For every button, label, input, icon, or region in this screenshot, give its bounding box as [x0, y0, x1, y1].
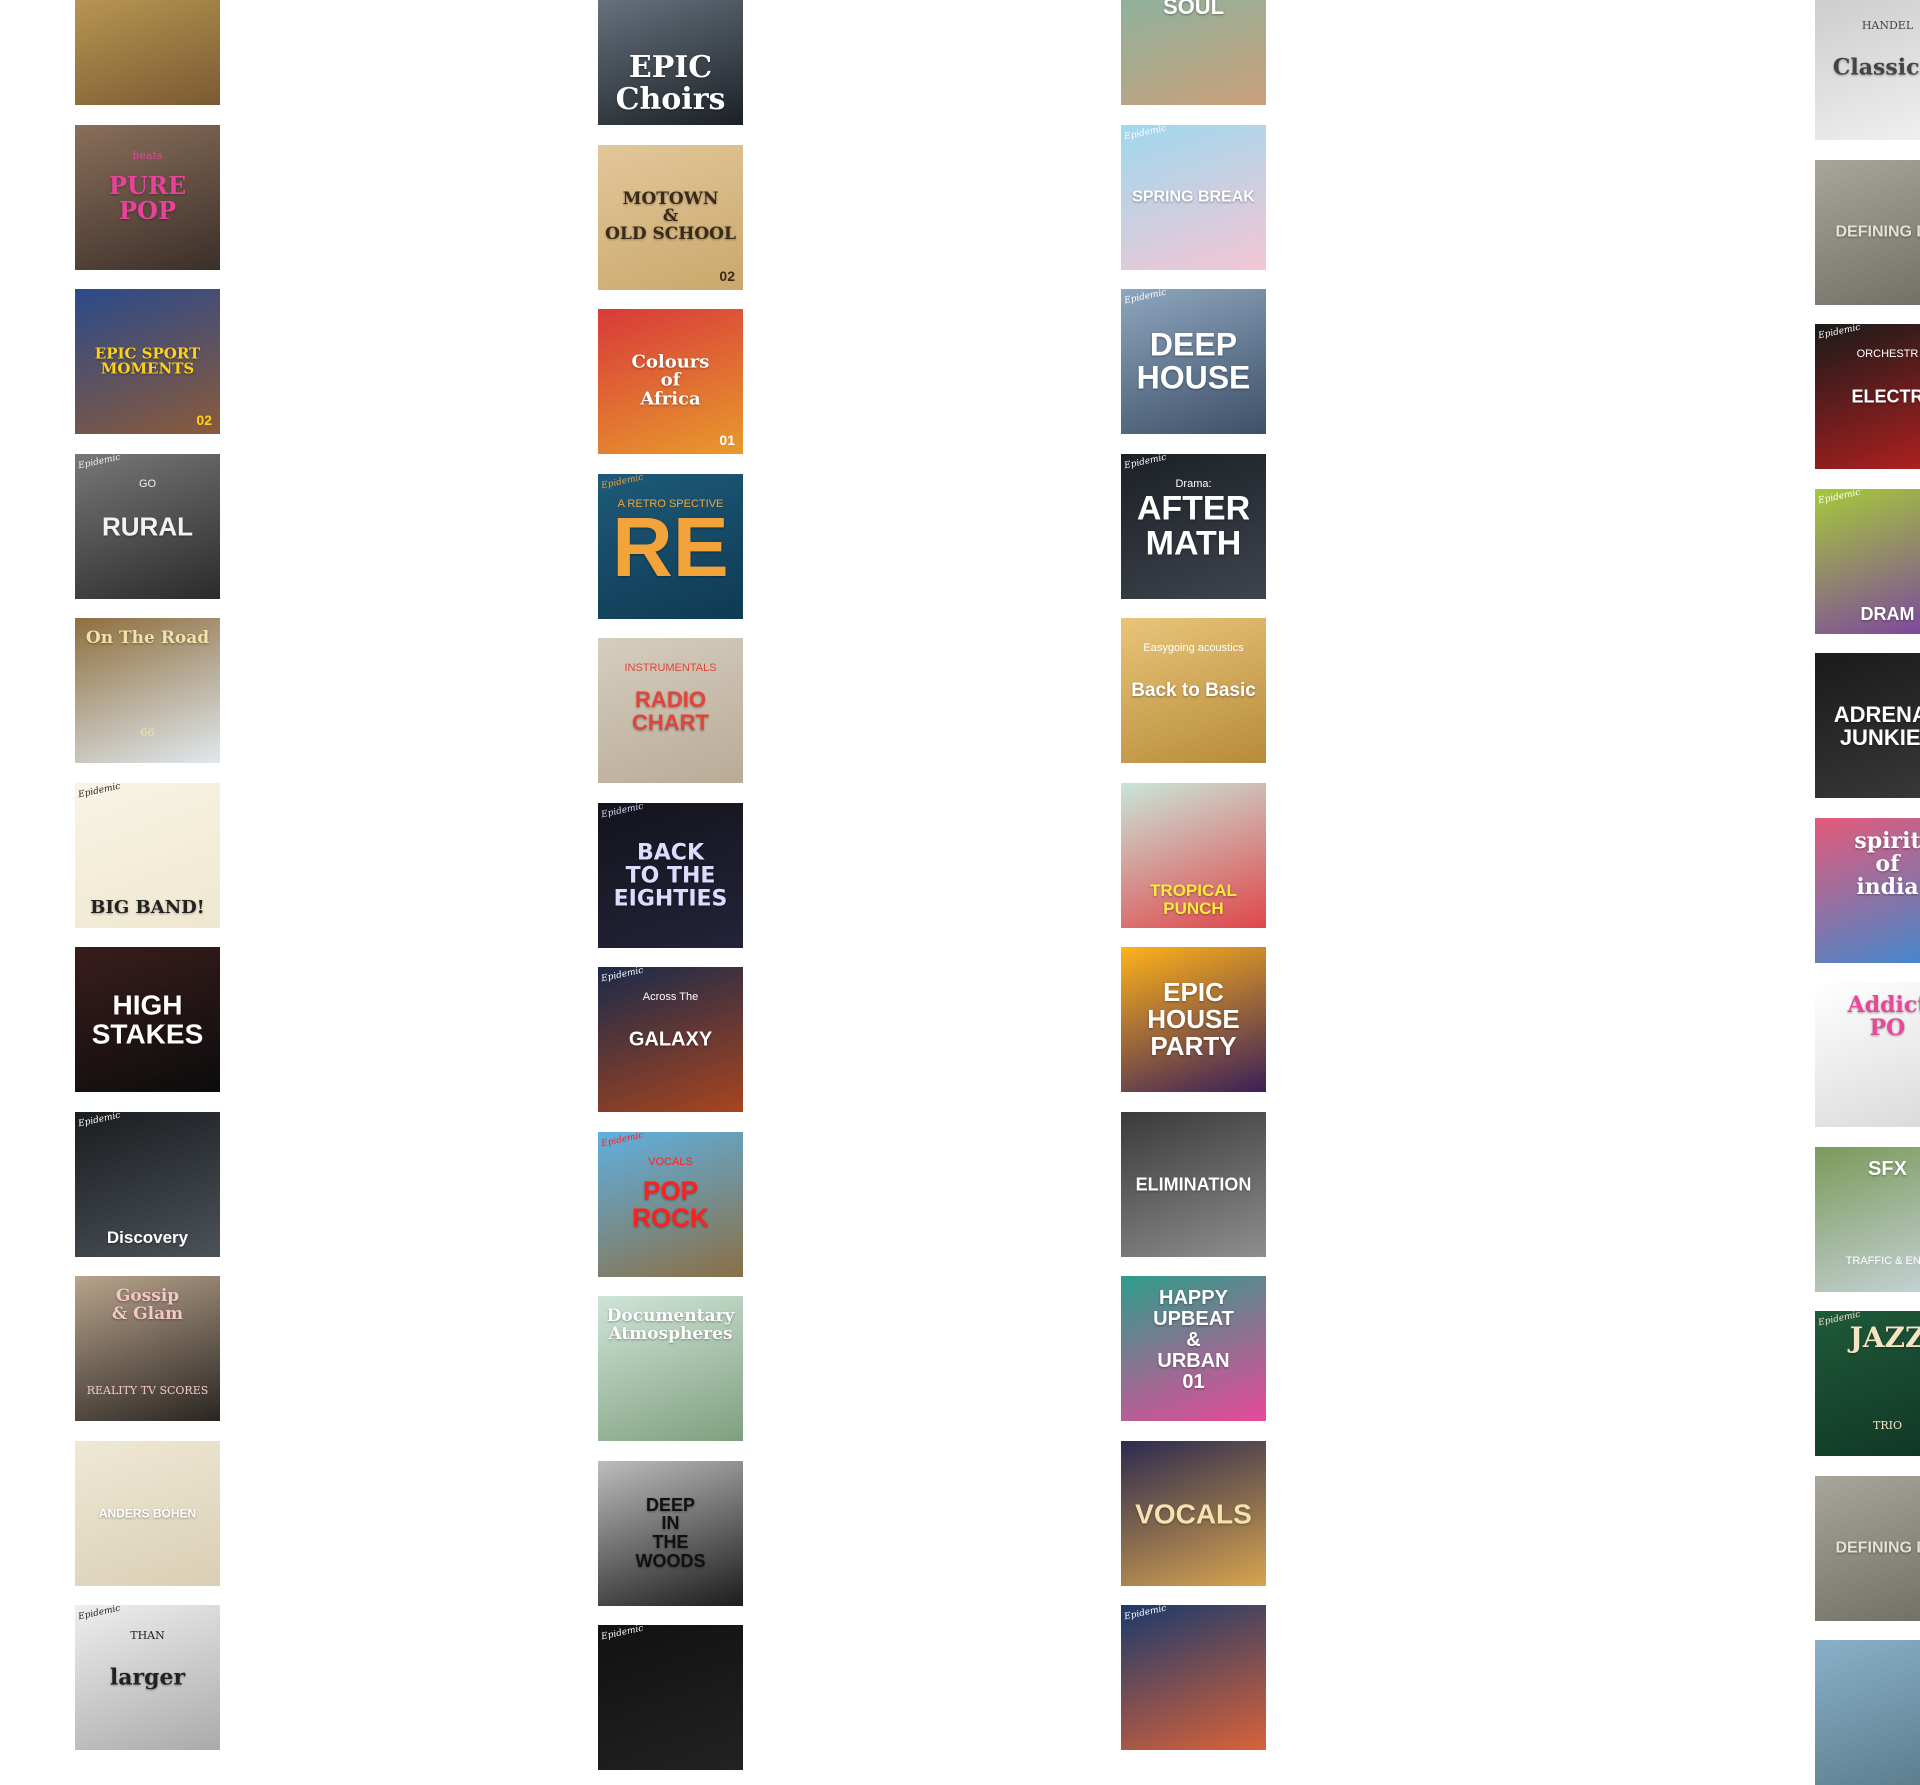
album-artwork [1815, 324, 1920, 469]
album-artwork [1121, 1276, 1266, 1421]
album-artwork [1121, 125, 1266, 270]
album-artwork [1815, 0, 1920, 140]
album-artwork [75, 947, 220, 1092]
album-artwork [1815, 1640, 1920, 1785]
album-cover[interactable]: beats PURE POP [75, 125, 220, 270]
album-artwork [598, 638, 743, 783]
album-artwork [75, 125, 220, 270]
album-cover[interactable]: Epidemic TRIO JAZZ [1815, 1311, 1920, 1456]
album-cover[interactable]: Epidemic SPRING BREAK [1121, 125, 1266, 270]
album-artwork [598, 1132, 743, 1277]
album-cover[interactable]: Easygoing acoustics Back to Basic [1121, 618, 1266, 763]
album-artwork [598, 0, 743, 125]
album-artwork [598, 1296, 743, 1441]
album-cover[interactable]: Colours of Africa 01 [598, 309, 743, 454]
album-cover[interactable]: VOCALS [1121, 1441, 1266, 1586]
album-cover[interactable]: ADRENAL JUNKIES [1815, 653, 1920, 798]
album-cover[interactable]: TRAFFIC & ENGSFX [1815, 1147, 1920, 1292]
album-artwork [1815, 489, 1920, 634]
album-cover[interactable]: HANDELClassical [1815, 0, 1920, 140]
album-cover[interactable]: MOTOWN & OLD SCHOOL 02 [598, 145, 743, 290]
album-cover[interactable]: Epidemic ORCHESTR ELECTR [1815, 324, 1920, 469]
album-cover[interactable]: HAPPY UPBEAT & URBAN 01 [1121, 1276, 1266, 1421]
album-artwork [75, 289, 220, 434]
album-cover[interactable]: HIGH STAKES [75, 947, 220, 1092]
album-cover[interactable]: TROPICAL PUNCH [1121, 783, 1266, 928]
album-artwork [1121, 947, 1266, 1092]
album-cover[interactable]: INSTRUMENTALS RADIO CHART [598, 638, 743, 783]
album-artwork [598, 1461, 743, 1606]
album-artwork [1121, 1605, 1266, 1750]
album-artwork [75, 618, 220, 763]
album-artwork [1121, 1112, 1266, 1257]
album-artwork [1815, 982, 1920, 1127]
album-cover[interactable] [1815, 1640, 1920, 1785]
album-cover[interactable]: Epidemic [1121, 1605, 1266, 1750]
album-artwork [598, 474, 743, 619]
album-cover[interactable]: EPIC HOUSE PARTY [1121, 947, 1266, 1092]
album-cover[interactable]: spirit of india [1815, 818, 1920, 963]
album-cover[interactable]: MANOUCHE [75, 0, 220, 105]
album-cover[interactable]: EPIC Choirs [598, 0, 743, 125]
album-artwork [1121, 783, 1266, 928]
album-artwork [75, 1112, 220, 1257]
album-cover[interactable]: DEFINING DR [1815, 160, 1920, 305]
album-cover[interactable]: Epidemic VOCALS POP ROCK [598, 1132, 743, 1277]
album-cover[interactable]: Epidemic BACK TO THE EIGHTIES [598, 803, 743, 948]
album-artwork [1121, 0, 1266, 105]
album-cover[interactable]: Epidemic [598, 1625, 743, 1770]
album-artwork [598, 309, 743, 454]
album-cover[interactable]: Epidemic Across The GALAXY [598, 967, 743, 1112]
album-artwork [1815, 653, 1920, 798]
album-cover[interactable]: RETRO SOUL [1121, 0, 1266, 105]
album-artwork [598, 1625, 743, 1770]
album-artwork [75, 783, 220, 928]
album-artwork [1121, 618, 1266, 763]
album-artwork [1815, 1476, 1920, 1621]
album-cover[interactable]: 66 On The Road [75, 618, 220, 763]
album-artwork [1121, 1441, 1266, 1586]
album-artwork [75, 1441, 220, 1586]
album-artwork [1815, 160, 1920, 305]
album-cover[interactable]: Epidemic Drama: AFTER MATH [1121, 454, 1266, 599]
album-cover[interactable]: EPIC SPORT MOMENTS 02 [75, 289, 220, 434]
album-artwork [1121, 289, 1266, 434]
album-cover[interactable]: Epidemic Discovery [75, 1112, 220, 1257]
album-cover[interactable]: Epidemic DEEP HOUSE [1121, 289, 1266, 434]
album-artwork [1815, 1147, 1920, 1292]
album-cover[interactable]: Epidemic BIG BAND! [75, 783, 220, 928]
album-artwork [1121, 454, 1266, 599]
album-artwork [75, 454, 220, 599]
album-cover[interactable]: REALITY TV SCORES Gossip & Glam [75, 1276, 220, 1421]
album-artwork [1815, 818, 1920, 963]
album-artwork [75, 1276, 220, 1421]
album-cover[interactable]: DEEP IN THE WOODS [598, 1461, 743, 1606]
album-cover[interactable]: Epidemic A RETRO SPECTIVE RE [598, 474, 743, 619]
album-cover[interactable]: Epidemic THAN larger [75, 1605, 220, 1750]
album-artwork [598, 967, 743, 1112]
album-cover[interactable]: DEFINING DR [1815, 1476, 1920, 1621]
album-artwork [1815, 1311, 1920, 1456]
album-artwork [75, 1605, 220, 1750]
album-cover[interactable]: Epidemic DRAM [1815, 489, 1920, 634]
album-cover[interactable]: Epidemic GO RURAL [75, 454, 220, 599]
album-cover[interactable]: Documentary Atmospheres [598, 1296, 743, 1441]
album-artwork [75, 0, 220, 105]
album-cover[interactable]: ANDERS BÖHEN [75, 1441, 220, 1586]
album-cover[interactable]: Addict PO [1815, 982, 1920, 1127]
album-cover[interactable]: ELIMINATION [1121, 1112, 1266, 1257]
album-artwork [598, 145, 743, 290]
album-artwork [598, 803, 743, 948]
